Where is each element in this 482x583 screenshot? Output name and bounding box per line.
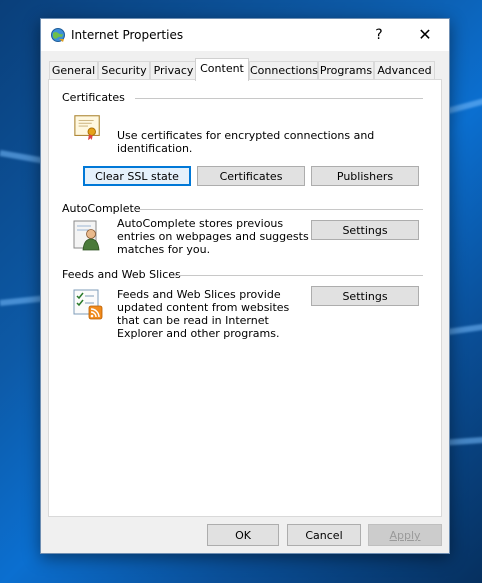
close-button[interactable]: ✕ (409, 21, 441, 49)
autocomplete-user-icon (73, 220, 100, 251)
tab-security[interactable]: Security (98, 61, 150, 80)
autocomplete-settings-button[interactable]: Settings (311, 220, 419, 240)
certificates-description: Use certificates for encrypted connectio… (117, 129, 375, 155)
cancel-button[interactable]: Cancel (287, 524, 361, 546)
ok-button[interactable]: OK (207, 524, 279, 546)
tab-content[interactable]: Content (195, 58, 249, 81)
apply-button-label: Apply (389, 529, 421, 542)
tab-connections[interactable]: Connections (249, 61, 318, 80)
autocomplete-separator (135, 209, 423, 210)
certificates-separator (135, 98, 423, 99)
tab-advanced[interactable]: Advanced (374, 61, 435, 80)
feed-checklist-icon (73, 289, 103, 320)
feeds-separator (173, 275, 423, 276)
feeds-group-label: Feeds and Web Slices (62, 268, 181, 281)
title-bar[interactable]: Internet Properties ? ✕ (41, 19, 449, 51)
autocomplete-group-label: AutoComplete (62, 202, 141, 215)
tab-general[interactable]: General (49, 61, 98, 80)
feeds-description: Feeds and Web Slices provide updated con… (117, 288, 290, 340)
tab-privacy[interactable]: Privacy (150, 61, 197, 80)
help-button[interactable]: ? (365, 21, 393, 49)
feeds-settings-button[interactable]: Settings (311, 286, 419, 306)
apply-button[interactable]: Apply (368, 524, 442, 546)
internet-properties-dialog: Internet Properties ? ✕ General Security… (40, 18, 450, 554)
publishers-button[interactable]: Publishers (311, 166, 419, 186)
certificates-group-label: Certificates (62, 91, 125, 104)
internet-globe-icon (51, 28, 65, 42)
autocomplete-description: AutoComplete stores previous entries on … (117, 217, 309, 256)
clear-ssl-state-button[interactable]: Clear SSL state (83, 166, 191, 186)
certificates-button[interactable]: Certificates (197, 166, 305, 186)
content-tab-panel: Certificates Use certificates for encryp… (48, 79, 442, 517)
tab-programs[interactable]: Programs (318, 61, 374, 80)
certificate-icon (74, 115, 100, 141)
window-title: Internet Properties (71, 28, 184, 42)
